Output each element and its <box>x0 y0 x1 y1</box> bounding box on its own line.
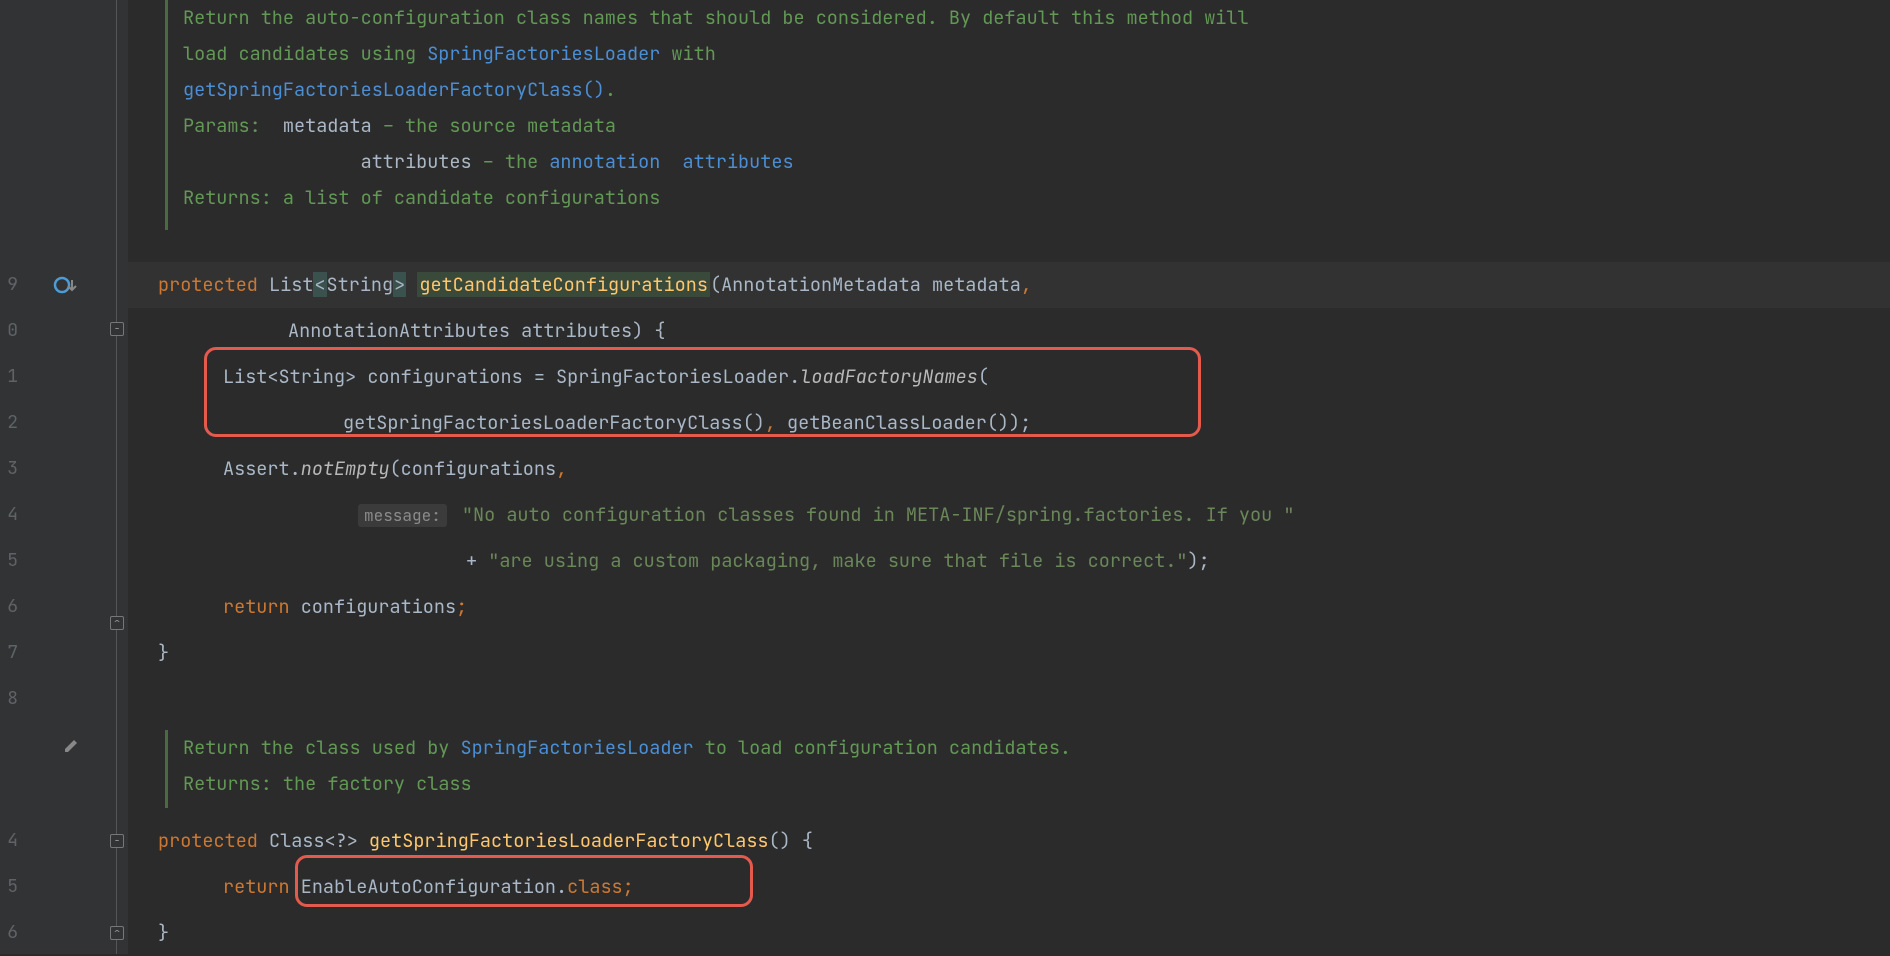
line-number: 5 <box>0 864 18 910</box>
line-number: 0 <box>0 308 18 354</box>
code-line[interactable]: } <box>128 630 169 676</box>
param-name: metadata <box>921 272 1021 297</box>
line-number: 1 <box>0 354 18 400</box>
generic-open: < <box>313 272 326 297</box>
doc-text: a list of candidate configurations <box>272 185 661 210</box>
line-number: 6 <box>0 910 18 956</box>
fold-toggle-icon[interactable]: − <box>110 834 124 848</box>
line-number: 2 <box>0 400 18 446</box>
line-number: 7 <box>0 630 18 676</box>
method-call: getBeanClassLoader <box>787 410 987 435</box>
doc-text: load candidates using <box>183 41 427 66</box>
doc-link[interactable]: getSpringFactoriesLoaderFactoryClass() <box>183 77 605 102</box>
code-line[interactable]: getSpringFactoriesLoaderFactoryClass(), … <box>128 400 1031 446</box>
javadoc-block: Return the class used by SpringFactories… <box>165 730 1071 808</box>
doc-text: to load configuration candidates. <box>694 735 1071 760</box>
line-number: 8 <box>0 676 18 722</box>
code-line[interactable]: Assert.notEmpty(configurations, <box>128 446 567 492</box>
type: EnableAutoConfiguration <box>301 874 556 899</box>
doc-link[interactable]: attributes <box>683 149 794 174</box>
doc-link[interactable]: annotation <box>549 149 660 174</box>
fold-end-icon[interactable]: ⌃ <box>110 926 124 940</box>
line-number: 9 <box>0 262 18 308</box>
type: List <box>269 272 313 297</box>
keyword: return <box>223 594 290 619</box>
editor-area[interactable]: Return the auto-configuration class name… <box>128 0 1890 954</box>
doc-link[interactable]: SpringFactoriesLoader <box>461 735 694 760</box>
method-name: getCandidateConfigurations <box>417 272 710 297</box>
code-line[interactable]: List<String> configurations = SpringFact… <box>128 354 989 400</box>
code-line[interactable]: protected Class<?> getSpringFactoriesLoa… <box>128 818 813 864</box>
type: List <box>223 364 267 389</box>
line-number: 6 <box>0 584 18 630</box>
type: String <box>327 272 394 297</box>
param-type: AnnotationAttributes <box>288 318 510 343</box>
doc-text: – the <box>472 149 550 174</box>
doc-returns-label: Returns: <box>183 771 272 796</box>
doc-text: . <box>605 77 616 102</box>
doc-text: with <box>660 41 716 66</box>
gutter-icon-column <box>45 0 105 954</box>
override-icon[interactable] <box>53 262 79 308</box>
doc-text: – the source metadata <box>372 113 616 138</box>
fold-toggle-icon[interactable]: − <box>110 322 124 336</box>
code-line[interactable]: AnnotationAttributes attributes) { <box>128 308 665 354</box>
line-number-column: 9 0 1 2 3 4 5 6 7 8 4 5 6 <box>0 0 18 954</box>
code-line[interactable]: + "are using a custom packaging, make su… <box>128 538 1210 584</box>
string-literal: "No auto configuration classes found in … <box>462 502 1295 527</box>
doc-text: Return the auto-configuration class name… <box>183 5 1249 30</box>
method-name: getSpringFactoriesLoaderFactoryClass <box>358 828 769 853</box>
line-number: 4 <box>0 818 18 864</box>
keyword: protected <box>158 828 258 853</box>
fold-end-icon[interactable]: ⌃ <box>110 616 124 630</box>
doc-text: Return the class used by <box>183 735 461 760</box>
doc-param-name: metadata <box>283 113 372 138</box>
param-type: AnnotationMetadata <box>721 272 921 297</box>
fold-column: − ⌃ − ⌃ <box>105 0 125 954</box>
code-line[interactable]: return configurations; <box>128 584 467 630</box>
generic-close: > <box>393 272 406 297</box>
keyword: protected <box>158 272 258 297</box>
line-number: 4 <box>0 492 18 538</box>
line-number: 5 <box>0 538 18 584</box>
edit-icon[interactable] <box>63 722 81 768</box>
code-line[interactable]: protected List<String> getCandidateConfi… <box>128 262 1890 308</box>
type: Assert <box>223 456 290 481</box>
line-number: 3 <box>0 446 18 492</box>
doc-params-label: Params: <box>183 113 261 138</box>
doc-text: the factory class <box>272 771 472 796</box>
code-line[interactable]: } <box>128 910 169 956</box>
code-line[interactable]: message: "No auto configuration classes … <box>128 492 1294 538</box>
keyword: class <box>567 874 623 899</box>
doc-param-name: attributes <box>361 149 472 174</box>
parameter-hint: message: <box>358 504 447 527</box>
doc-link[interactable]: SpringFactoriesLoader <box>427 41 660 66</box>
code-line[interactable]: return EnableAutoConfiguration.class; <box>128 864 634 910</box>
doc-returns-label: Returns: <box>183 185 272 210</box>
static-method: loadFactoryNames <box>800 364 978 389</box>
param-name: attributes <box>510 318 632 343</box>
static-method: notEmpty <box>301 456 390 481</box>
method-call: getSpringFactoriesLoaderFactoryClass <box>343 410 743 435</box>
keyword: return <box>223 874 290 899</box>
javadoc-block: Return the auto-configuration class name… <box>165 0 1249 230</box>
string-literal: "are using a custom packaging, make sure… <box>488 548 1187 573</box>
